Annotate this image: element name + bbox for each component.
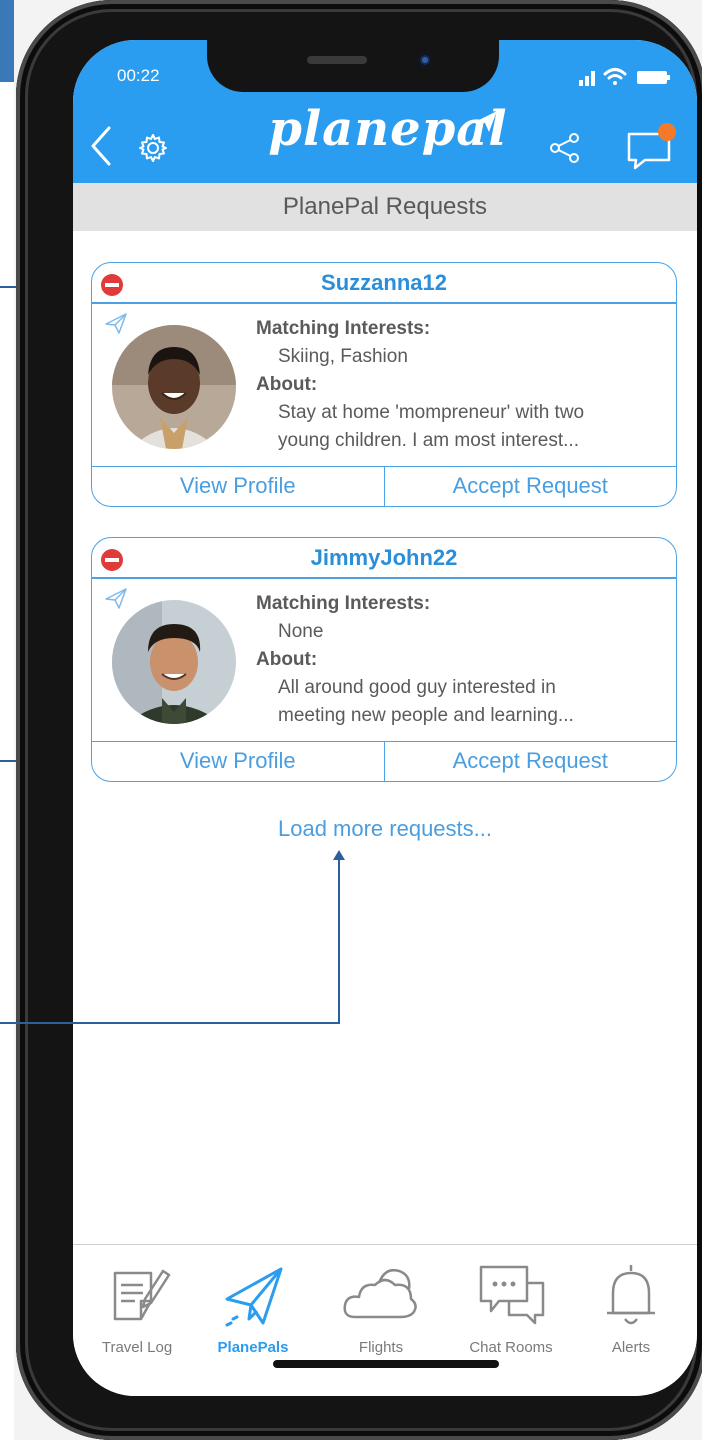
front-camera	[417, 52, 433, 68]
remove-icon[interactable]	[100, 548, 124, 572]
paper-plane-icon	[225, 1267, 283, 1327]
battery-icon	[637, 71, 670, 84]
view-profile-button[interactable]: View Profile	[92, 467, 384, 506]
interests-label: Matching Interests:	[256, 318, 431, 339]
paper-plane-icon	[105, 313, 127, 334]
tab-flights[interactable]: Flights	[325, 1261, 437, 1361]
accept-request-button[interactable]: Accept Request	[383, 742, 677, 781]
share-icon	[550, 133, 579, 163]
page-title: PlanePal Requests	[73, 183, 697, 231]
app-logo-text: planepal	[268, 101, 508, 157]
corner-tab	[0, 0, 14, 82]
about-text-line-1: All around good guy interested in	[278, 677, 556, 698]
phone-frame: 00:22 planepal PlanePal Requests Suzzann…	[16, 0, 702, 1440]
tab-chat-rooms[interactable]: Chat Rooms	[455, 1261, 567, 1361]
card-divider	[92, 577, 676, 579]
callout-arrow-load-more	[333, 850, 345, 860]
tab-travel-log[interactable]: Travel Log	[81, 1261, 193, 1361]
app-logo: planepal	[263, 92, 513, 166]
avatar[interactable]	[112, 600, 236, 724]
request-username[interactable]: JimmyJohn22	[92, 538, 676, 578]
back-button[interactable]	[83, 124, 119, 168]
interests-value: Skiing, Fashion	[278, 346, 408, 367]
view-profile-button[interactable]: View Profile	[92, 742, 384, 781]
about-label: About:	[256, 374, 318, 395]
tab-planepals[interactable]: PlanePals	[197, 1261, 309, 1361]
request-details: Matching Interests: None About: All arou…	[256, 590, 666, 730]
speaker-grille	[307, 56, 367, 64]
card-actions: View Profile Accept Request	[92, 466, 676, 506]
profile-photo	[112, 325, 236, 449]
about-label: About:	[256, 649, 318, 670]
notifications-button[interactable]	[623, 120, 679, 172]
callout-line-load-more-vertical	[338, 858, 340, 1024]
remove-icon[interactable]	[100, 273, 124, 297]
signal-icon	[579, 71, 595, 86]
interests-value: None	[278, 621, 324, 642]
about-text-line-2: meeting new people and learning...	[278, 705, 574, 726]
request-details: Matching Interests: Skiing, Fashion Abou…	[256, 315, 666, 455]
paper-plane-icon	[105, 588, 127, 609]
wifi-icon	[603, 68, 627, 85]
phone-notch	[207, 40, 499, 92]
request-card: JimmyJohn22 Matching Interests: None Abo…	[91, 537, 677, 782]
top-bar: 00:22 planepal	[73, 40, 697, 183]
load-more-link[interactable]: Load more requests...	[73, 816, 697, 842]
travel-log-icon	[113, 1269, 171, 1321]
request-card: Suzzanna12 Matching Interests: Skiing, F…	[91, 262, 677, 507]
tab-label: Flights	[358, 1339, 404, 1356]
about-text-line-1: Stay at home 'mompreneur' with two	[278, 402, 585, 423]
home-indicator	[273, 1360, 499, 1368]
tab-label: Travel Log	[101, 1339, 173, 1356]
accept-request-button[interactable]: Accept Request	[383, 467, 677, 506]
chat-rooms-icon	[479, 1265, 545, 1325]
mockup-stage: 00:22 planepal PlanePal Requests Suzzann…	[0, 0, 702, 1440]
avatar[interactable]	[112, 325, 236, 449]
about-text-line-2: young children. I am most interest...	[278, 430, 579, 451]
logo-plane-icon	[475, 111, 497, 132]
bell-icon	[607, 1265, 655, 1325]
settings-button[interactable]	[135, 130, 171, 166]
tab-label: Chat Rooms	[469, 1339, 553, 1356]
request-username[interactable]: Suzzanna12	[92, 263, 676, 303]
message-icon	[627, 123, 676, 170]
cloud-icon	[343, 1269, 417, 1319]
chevron-left-icon	[91, 126, 111, 166]
interests-label: Matching Interests:	[256, 593, 431, 614]
callout-line-load-more-horizontal	[0, 1022, 340, 1024]
status-icons	[579, 68, 670, 86]
bottom-tab-bar: Travel Log PlanePals Flights Chat Rooms …	[73, 1244, 697, 1396]
phone-screen: 00:22 planepal PlanePal Requests Suzzann…	[73, 40, 697, 1396]
share-button[interactable]	[545, 128, 585, 168]
profile-photo	[112, 600, 236, 724]
tab-label: PlanePals	[217, 1339, 289, 1356]
tab-alerts[interactable]: Alerts	[575, 1261, 687, 1361]
gear-icon	[139, 134, 167, 162]
status-time: 00:22	[117, 66, 160, 85]
card-actions: View Profile Accept Request	[92, 741, 676, 781]
card-divider	[92, 302, 676, 304]
tab-label: Alerts	[611, 1339, 651, 1356]
